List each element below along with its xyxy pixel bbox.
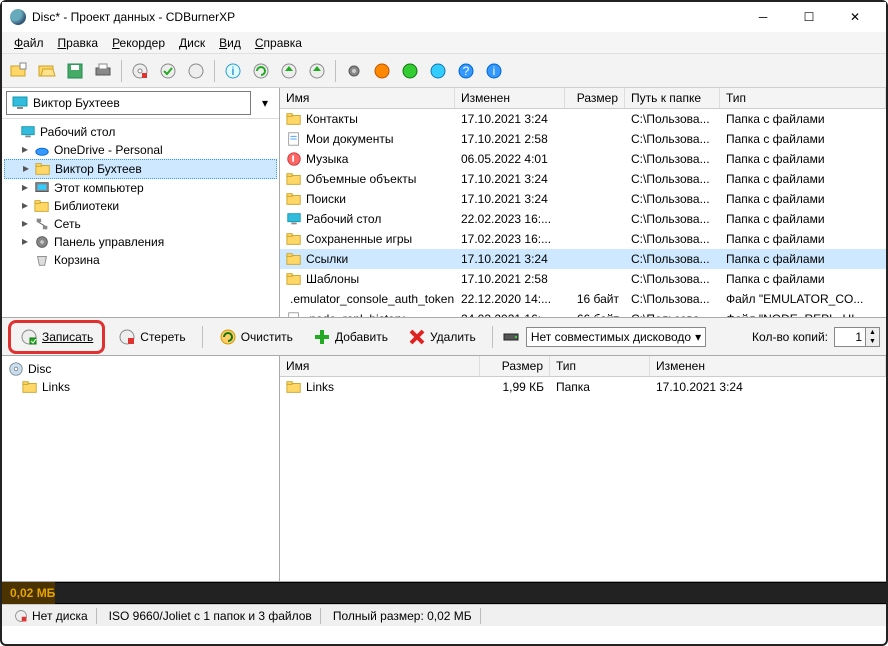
file-row[interactable]: Музыка06.05.2022 4:01C:\Пользова...Папка…	[280, 149, 886, 169]
tree-node[interactable]: ▸OneDrive - Personal	[4, 141, 277, 159]
spin-up-icon[interactable]: ▲	[865, 328, 879, 337]
main-toolbar: i ? i	[2, 54, 886, 88]
file-row[interactable]: Контакты17.10.2021 3:24C:\Пользова...Пап…	[280, 109, 886, 129]
tree-node[interactable]: Рабочий стол	[4, 123, 277, 141]
disc-refresh-icon[interactable]	[248, 58, 274, 84]
menu-справка[interactable]: Справка	[249, 34, 308, 52]
save-icon[interactable]	[62, 58, 88, 84]
path-input[interactable]: Виктор Бухтеев	[6, 91, 251, 115]
window-title: Disc* - Проект данных - CDBurnerXP	[32, 10, 235, 24]
disc-info-icon[interactable]: i	[220, 58, 246, 84]
disc-status-icon	[14, 609, 28, 623]
burn-button[interactable]: Записать	[13, 324, 100, 350]
status-filesystem: ISO 9660/Joliet с 1 папок и 3 файлов	[101, 608, 321, 624]
file-row[interactable]: Сохраненные игры17.02.2023 16:...C:\Поль…	[280, 229, 886, 249]
menu-правка[interactable]: Правка	[52, 34, 105, 52]
file-row[interactable]: Ссылки17.10.2021 3:24C:\Пользова...Папка…	[280, 249, 886, 269]
file-list-header[interactable]: Имя Изменен Размер Путь к папке Тип	[280, 88, 886, 109]
desktop-icon	[11, 94, 29, 112]
spin-down-icon[interactable]: ▼	[865, 337, 879, 346]
plus-icon	[313, 328, 331, 346]
copies-spinner[interactable]: ▲▼	[834, 327, 880, 347]
tree-node[interactable]: ▸Этот компьютер	[4, 179, 277, 197]
help-icon[interactable]: ?	[453, 58, 479, 84]
tree-node[interactable]: ▸Виктор Бухтеев	[4, 159, 277, 179]
menu-рекордер[interactable]: Рекордер	[106, 34, 171, 52]
chevron-down-icon: ▾	[695, 330, 701, 344]
burn-icon	[20, 328, 38, 346]
tree-node[interactable]: ▸Сеть	[4, 215, 277, 233]
copies-label: Кол-во копий:	[752, 330, 828, 344]
menu-файл[interactable]: Файл	[8, 34, 50, 52]
status-disc: Нет диска	[6, 608, 97, 624]
globe-orange-icon[interactable]	[369, 58, 395, 84]
app-icon	[10, 9, 26, 25]
menubar: ФайлПравкаРекордерДискВидСправка	[2, 32, 886, 54]
file-list[interactable]: Контакты17.10.2021 3:24C:\Пользова...Пап…	[280, 109, 886, 317]
remove-button[interactable]: Удалить	[401, 324, 483, 350]
copies-input[interactable]	[835, 329, 865, 345]
about-icon[interactable]: i	[481, 58, 507, 84]
project-node[interactable]: Disc	[6, 360, 275, 378]
tree-node[interactable]: Корзина	[4, 251, 277, 269]
file-row[interactable]: Мои документы17.10.2021 2:58C:\Пользова.…	[280, 129, 886, 149]
erase-icon	[118, 328, 136, 346]
erase-button[interactable]: Стереть	[111, 324, 192, 350]
clear-button[interactable]: Очистить	[212, 324, 300, 350]
svg-text:?: ?	[463, 64, 470, 78]
menu-диск[interactable]: Диск	[173, 34, 211, 52]
close-button[interactable]: ✕	[832, 2, 878, 32]
tree-node[interactable]: ▸Панель управления	[4, 233, 277, 251]
highlight-annotation: Записать	[8, 320, 105, 354]
minimize-button[interactable]: ─	[740, 2, 786, 32]
action-toolbar: Записать Стереть Очистить Добавить Удали…	[2, 318, 886, 356]
path-text: Виктор Бухтеев	[33, 96, 120, 110]
clear-icon	[219, 328, 237, 346]
settings-icon[interactable]	[341, 58, 367, 84]
project-list-header[interactable]: Имя Размер Тип Изменен	[280, 356, 886, 377]
status-total-size: Полный размер: 0,02 МБ	[325, 608, 481, 624]
new-project-icon[interactable]	[6, 58, 32, 84]
verify-disc-icon[interactable]	[155, 58, 181, 84]
svg-text:i: i	[232, 64, 235, 78]
file-row[interactable]: .node_repl_history24.03.2021 16:...66 ба…	[280, 309, 886, 317]
size-progress-bar: 0,02 МБ	[2, 582, 886, 604]
project-list[interactable]: Links1,99 КБПапка17.10.2021 3:24	[280, 377, 886, 582]
drive-icon	[502, 328, 520, 346]
svg-text:i: i	[493, 64, 496, 78]
folder-tree[interactable]: Рабочий стол▸OneDrive - Personal▸Виктор …	[2, 119, 279, 317]
disc-icon[interactable]	[183, 58, 209, 84]
globe-blue-icon[interactable]	[425, 58, 451, 84]
maximize-button[interactable]: ☐	[786, 2, 832, 32]
print-icon[interactable]	[90, 58, 116, 84]
project-row[interactable]: Links1,99 КБПапка17.10.2021 3:24	[280, 377, 886, 397]
file-row[interactable]: Рабочий стол22.02.2023 16:...C:\Пользова…	[280, 209, 886, 229]
delete-icon	[408, 328, 426, 346]
open-icon[interactable]	[34, 58, 60, 84]
project-tree[interactable]: DiscLinks	[2, 356, 280, 581]
file-row[interactable]: Объемные объекты17.10.2021 3:24C:\Пользо…	[280, 169, 886, 189]
add-button[interactable]: Добавить	[306, 324, 395, 350]
globe-green-icon[interactable]	[397, 58, 423, 84]
file-row[interactable]: Шаблоны17.10.2021 2:58C:\Пользова...Папк…	[280, 269, 886, 289]
burn-disc-icon[interactable]	[127, 58, 153, 84]
file-row[interactable]: .emulator_console_auth_token22.12.2020 1…	[280, 289, 886, 309]
drive-combo[interactable]: Нет совместимых дисководо ▾	[526, 327, 706, 347]
menu-вид[interactable]: Вид	[213, 34, 247, 52]
titlebar: Disc* - Проект данных - CDBurnerXP ─ ☐ ✕	[2, 2, 886, 32]
statusbar: Нет диска ISO 9660/Joliet с 1 папок и 3 …	[2, 604, 886, 626]
project-node[interactable]: Links	[6, 378, 275, 396]
disc-eject2-icon[interactable]	[304, 58, 330, 84]
path-dropdown-icon[interactable]: ▾	[255, 93, 275, 113]
tree-node[interactable]: ▸Библиотеки	[4, 197, 277, 215]
file-row[interactable]: Поиски17.10.2021 3:24C:\Пользова...Папка…	[280, 189, 886, 209]
disc-eject-icon[interactable]	[276, 58, 302, 84]
